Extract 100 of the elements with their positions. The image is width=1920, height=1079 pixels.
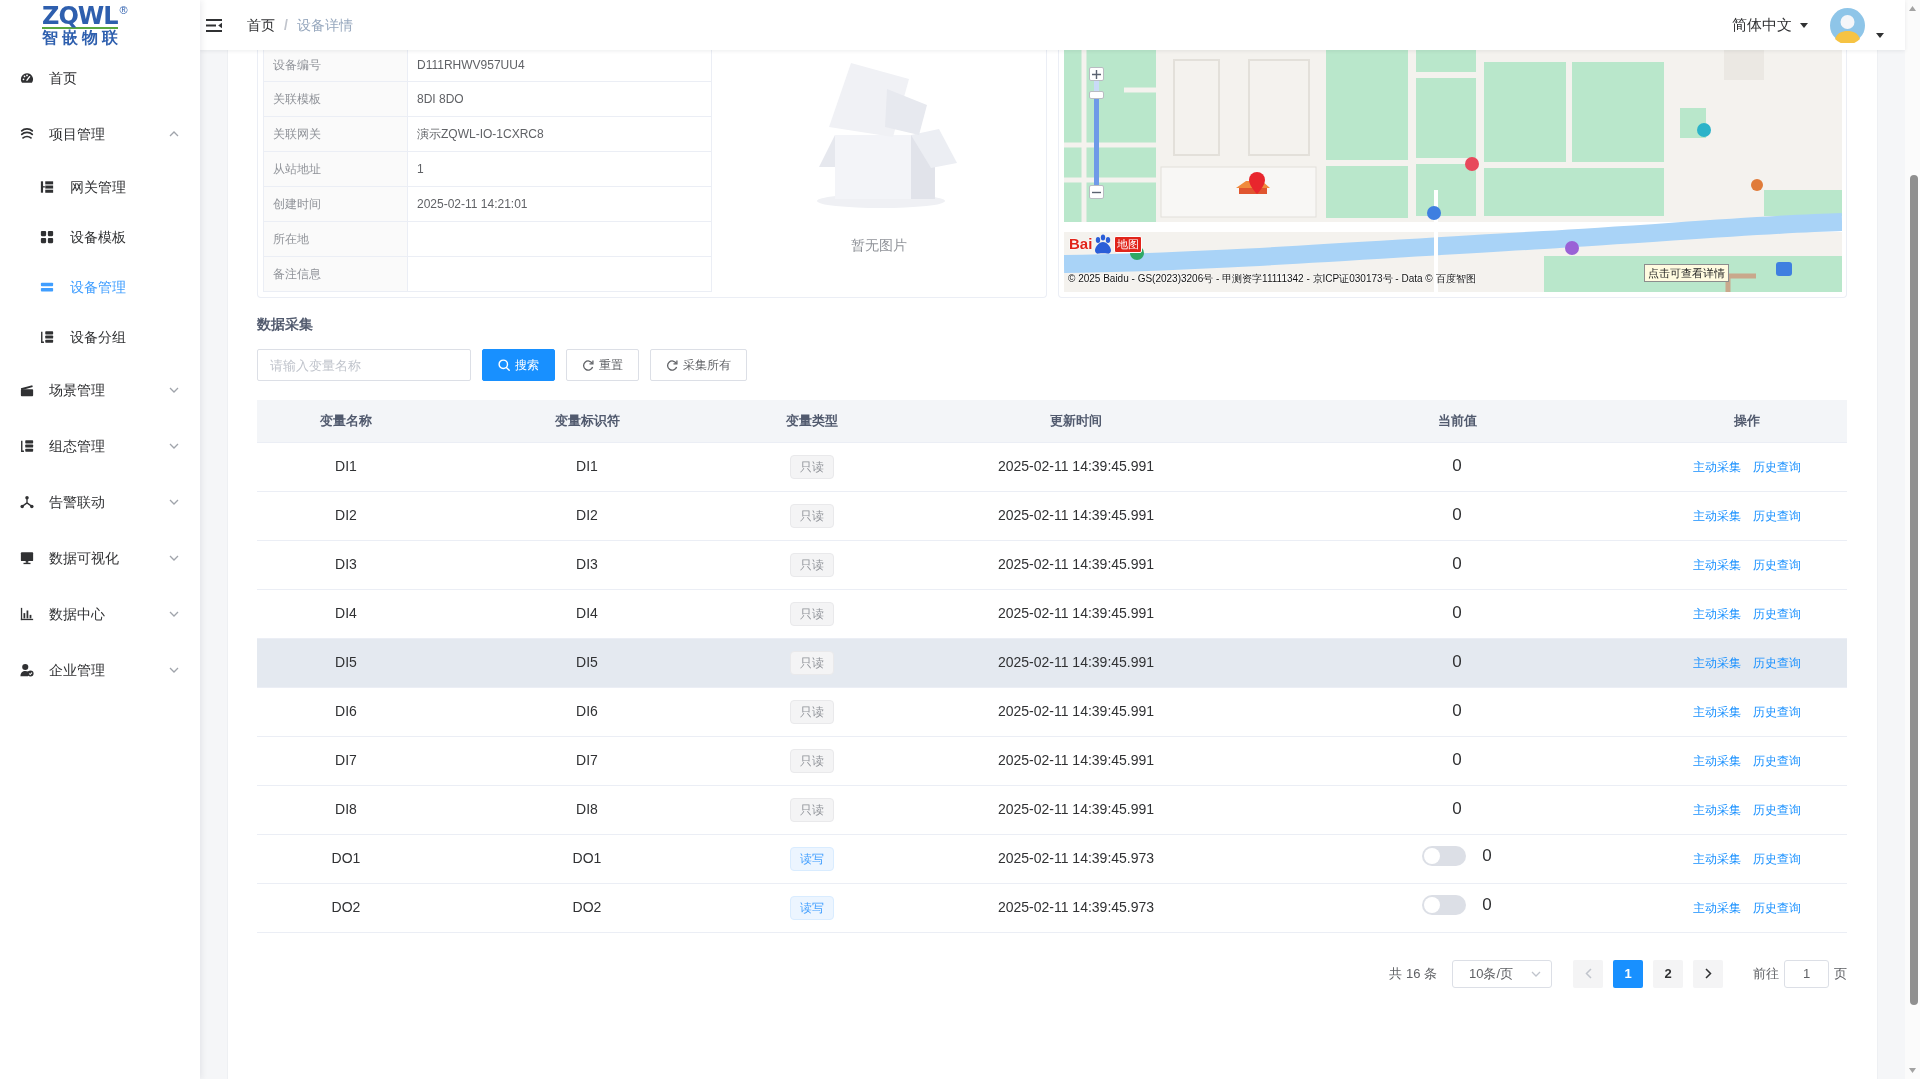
refresh-icon <box>582 359 594 371</box>
column-header: 变量标识符 <box>435 400 739 442</box>
table-row[interactable]: DI4 DI4 只读 2025-02-11 14:39:45.991 0 主动采集 历史查询 <box>257 589 1847 638</box>
breadcrumb-link[interactable]: 首页 <box>247 14 275 36</box>
nodes-icon <box>20 495 34 509</box>
table-row[interactable]: DI3 DI3 只读 2025-02-11 14:39:45.991 0 主动采集 历史查询 <box>257 540 1847 589</box>
sidebar-item[interactable]: 告警联动 <box>0 474 200 530</box>
table-cell: 2025-02-11 14:39:45.991 <box>885 736 1267 785</box>
action-link[interactable]: 历史查询 <box>1753 460 1801 474</box>
table-cell: DI8 <box>257 785 435 834</box>
chevron-right-icon <box>1704 968 1712 979</box>
search-icon <box>498 359 510 371</box>
field-label: 备注信息 <box>263 256 408 291</box>
reset-button[interactable]: 重置 <box>566 349 639 381</box>
breadcrumb-current: 设备详情 <box>296 15 353 35</box>
sidebar-item[interactable]: 项目管理 <box>0 106 200 162</box>
table-cell: DI1 <box>435 442 739 491</box>
field-label: 关联模板 <box>263 81 408 116</box>
action-link[interactable]: 历史查询 <box>1753 803 1801 817</box>
current-value: 0 <box>1452 505 1462 525</box>
action-link[interactable]: 历史查询 <box>1753 607 1801 621</box>
scroll-up-icon[interactable] <box>1909 6 1916 11</box>
next-page-button[interactable] <box>1693 959 1723 988</box>
field-value: D111RHWV957UU4 <box>407 50 712 81</box>
action-link[interactable]: 主动采集 <box>1693 509 1741 523</box>
page-size-select[interactable]: 10条/页 <box>1452 959 1552 988</box>
registered-mark: ® <box>119 5 128 16</box>
toggle-switch[interactable] <box>1422 845 1467 866</box>
current-value: 0 <box>1482 894 1492 915</box>
map-tooltip: 点击可查看详情 <box>1644 264 1729 282</box>
zoom-in-button[interactable] <box>1089 67 1104 81</box>
action-link[interactable]: 历史查询 <box>1753 901 1801 915</box>
scrollbar[interactable] <box>1905 0 1920 1079</box>
type-tag: 只读 <box>790 748 834 773</box>
section-title: 数据采集 <box>257 315 314 334</box>
caret-down-icon[interactable] <box>1876 32 1884 38</box>
caret-down-icon <box>1800 22 1808 28</box>
sidebar-item[interactable]: 企业管理 <box>0 642 200 698</box>
table-row[interactable]: DI2 DI2 只读 2025-02-11 14:39:45.991 0 主动采集 历史查询 <box>257 491 1847 540</box>
toggle-switch[interactable] <box>1422 894 1467 915</box>
menu-icon[interactable] <box>206 18 222 32</box>
table-cell: DI3 <box>257 540 435 589</box>
action-link[interactable]: 主动采集 <box>1693 607 1741 621</box>
column-header: 变量类型 <box>739 400 885 442</box>
table-cell: DI7 <box>257 736 435 785</box>
current-value: 0 <box>1452 554 1462 574</box>
table-row[interactable]: DI6 DI6 只读 2025-02-11 14:39:45.991 0 主动采集 历史查询 <box>257 687 1847 736</box>
table-row[interactable]: DO2 DO2 读写 2025-02-11 14:39:45.973 0 主动采集 历史查询 <box>257 883 1847 932</box>
action-link[interactable]: 主动采集 <box>1693 803 1741 817</box>
action-link[interactable]: 主动采集 <box>1693 558 1741 572</box>
refresh-icon <box>666 359 678 371</box>
field-value: 演示ZQWL-IO-1CXRC8 <box>407 116 712 151</box>
table-cell: DI1 <box>257 442 435 491</box>
table-cell: 2025-02-11 14:39:45.991 <box>885 540 1267 589</box>
language-dropdown[interactable]: 简体中文 <box>1732 13 1808 37</box>
table-cell: DO2 <box>257 883 435 932</box>
sidebar-item[interactable]: 数据中心 <box>0 586 200 642</box>
column-header: 操作 <box>1647 400 1847 442</box>
scrollbar-thumb[interactable] <box>1910 175 1918 1005</box>
zoom-slider[interactable] <box>1089 81 1104 185</box>
page-input[interactable]: 1 <box>1784 959 1829 988</box>
sidebar-item[interactable]: 设备分组 <box>0 312 200 362</box>
search-field[interactable]: 请输入变量名称 <box>257 349 471 381</box>
action-link[interactable]: 主动采集 <box>1693 852 1741 866</box>
action-link[interactable]: 历史查询 <box>1753 754 1801 768</box>
action-link[interactable]: 历史查询 <box>1753 852 1801 866</box>
type-tag: 只读 <box>790 552 834 577</box>
page-suffix: 页 <box>1834 964 1847 983</box>
logo-wordmark: ZQWL <box>42 5 118 29</box>
action-link[interactable]: 历史查询 <box>1753 558 1801 572</box>
table-cell: DI2 <box>435 491 739 540</box>
scroll-down-icon[interactable] <box>1909 1068 1916 1073</box>
table-cell: DI6 <box>435 687 739 736</box>
sidebar-item[interactable]: 数据可视化 <box>0 530 200 586</box>
action-link[interactable]: 主动采集 <box>1693 460 1741 474</box>
user-icon <box>20 663 34 677</box>
sidebar-item[interactable]: 网关管理 <box>0 162 200 212</box>
paw-icon <box>1093 234 1114 254</box>
avatar-icon[interactable] <box>1830 7 1865 43</box>
sidebar-item[interactable]: 首页 <box>0 50 200 106</box>
table-row[interactable]: DI8 DI8 只读 2025-02-11 14:39:45.991 0 主动采集 历史查询 <box>257 785 1847 834</box>
table-row[interactable]: DI7 DI7 只读 2025-02-11 14:39:45.991 0 主动采集 历史查询 <box>257 736 1847 785</box>
sidebar-item[interactable]: 场景管理 <box>0 362 200 418</box>
sidebar-item[interactable]: 设备模板 <box>0 212 200 262</box>
page-button[interactable]: 2 <box>1653 959 1683 988</box>
type-tag: 只读 <box>790 650 834 675</box>
table-row[interactable]: DI1 DI1 只读 2025-02-11 14:39:45.991 0 主动采集 历史查询 <box>257 442 1847 491</box>
current-value: 0 <box>1452 750 1462 770</box>
action-link[interactable]: 主动采集 <box>1693 754 1741 768</box>
collect-all-button[interactable]: 采集所有 <box>650 349 747 381</box>
action-link[interactable]: 历史查询 <box>1753 705 1801 719</box>
table-row[interactable]: DO1 DO1 读写 2025-02-11 14:39:45.973 0 主动采集 历史查询 <box>257 834 1847 883</box>
field-label: 关联网关 <box>263 116 408 151</box>
sidebar-item[interactable]: 组态管理 <box>0 418 200 474</box>
action-link[interactable]: 主动采集 <box>1693 901 1741 915</box>
chevron-down-icon <box>1531 970 1541 977</box>
table-cell: 2025-02-11 14:39:45.991 <box>885 638 1267 687</box>
zoom-out-button[interactable] <box>1089 185 1104 199</box>
action-link[interactable]: 主动采集 <box>1693 705 1741 719</box>
action-link[interactable]: 历史查询 <box>1753 509 1801 523</box>
